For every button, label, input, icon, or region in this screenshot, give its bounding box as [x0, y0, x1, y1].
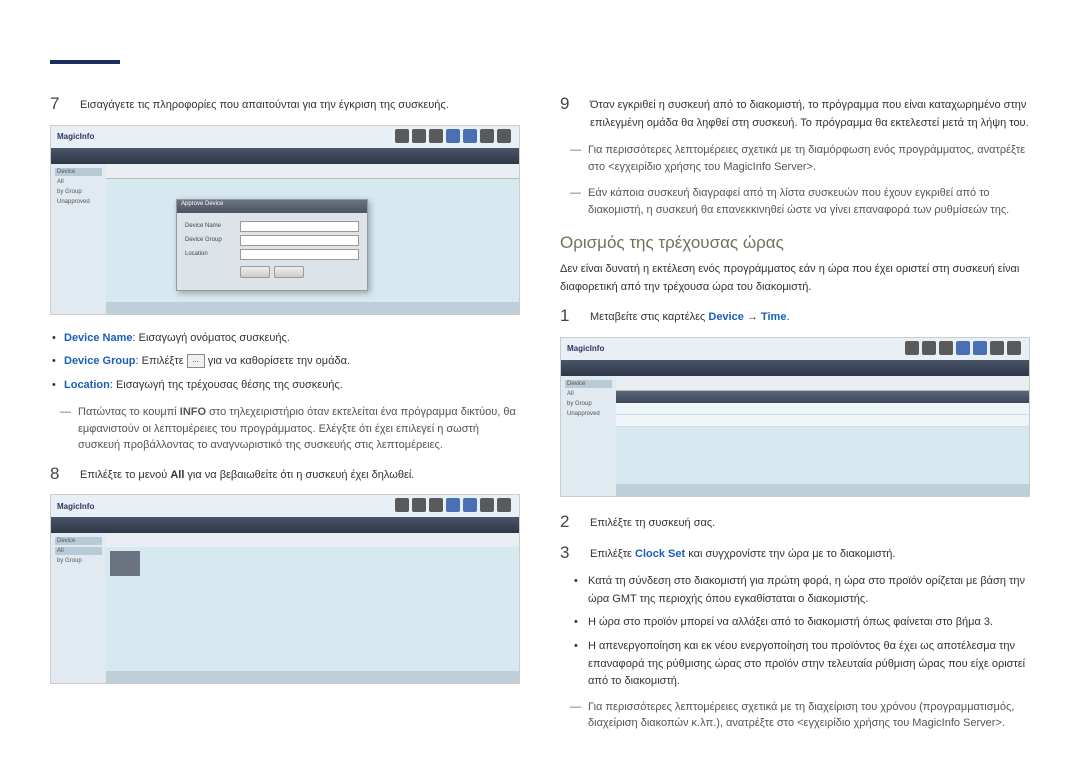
step-text: Επιλέξτε Clock Set και συγχρονίστε την ώ…: [590, 543, 1030, 564]
toolbar-icon: [446, 129, 460, 143]
toolbar-icon: [939, 341, 953, 355]
screenshot-all-menu: MagicInfo DeviceAllby Group: [50, 494, 520, 684]
toolbar-icon: [973, 341, 987, 355]
main-area: [616, 376, 1029, 496]
sidebar: DeviceAllby GroupUnapproved: [51, 164, 106, 314]
main-area: [106, 533, 519, 683]
toolbar-icon: [395, 129, 409, 143]
toolbar-icon: [956, 341, 970, 355]
step-9: 9 Όταν εγκριθεί η συσκευή από το διακομι…: [560, 94, 1030, 132]
main-area: Approve Device Device Name Device Group …: [106, 164, 519, 314]
toolbar-icon: [463, 498, 477, 512]
toolbar-icon: [497, 129, 511, 143]
step-number: 3: [560, 543, 575, 564]
toolbar-icon: [412, 129, 426, 143]
section-title-time: Ορισμός της τρέχουσας ώρας: [560, 233, 1030, 253]
toolbar-icon: [412, 498, 426, 512]
step-2: 2 Επιλέξτε τη συσκευή σας.: [560, 512, 1030, 533]
device-thumbnail: [110, 551, 140, 576]
step-text: Μεταβείτε στις καρτέλες Device → Time.: [590, 306, 1030, 327]
note-info: Πατώντας το κουμπί INFO στο τηλεχειριστή…: [50, 404, 520, 454]
right-column: 9 Όταν εγκριθεί η συσκευή από το διακομι…: [560, 94, 1030, 742]
screenshot-device-time: MagicInfo DeviceAllby GroupUnapproved: [560, 337, 1030, 497]
toolbar-icon: [1007, 341, 1021, 355]
step-3: 3 Επιλέξτε Clock Set και συγχρονίστε την…: [560, 543, 1030, 564]
sub-bullet: Κατά τη σύνδεση στο διακομιστή για πρώτη…: [574, 573, 1030, 608]
toolbar-icon: [497, 498, 511, 512]
sub-bullet: Η απενεργοποίηση και εκ νέου ενεργοποίησ…: [574, 638, 1030, 691]
step-7: 7 Εισαγάγετε τις πληροφορίες που απαιτού…: [50, 94, 520, 115]
step-text: Όταν εγκριθεί η συσκευή από το διακομιστ…: [590, 94, 1030, 132]
toolbar-icon: [463, 129, 477, 143]
ellipsis-button: ...: [187, 354, 205, 368]
toolbar-icon: [429, 498, 443, 512]
bullet-device-group: Device Group: Επιλέξτε ... για να καθορί…: [50, 353, 520, 371]
sidebar: DeviceAllby Group: [51, 533, 106, 683]
toolbar-icon: [990, 341, 1004, 355]
approve-dialog: Approve Device Device Name Device Group …: [176, 199, 368, 291]
step-number: 9: [560, 94, 575, 132]
toolbar-icon: [395, 498, 409, 512]
step-text: Επιλέξτε τη συσκευή σας.: [590, 512, 1030, 533]
step-number: 2: [560, 512, 575, 533]
sidebar: DeviceAllby GroupUnapproved: [561, 376, 616, 496]
toolbar-icon: [480, 129, 494, 143]
bullet-list: Device Name: Εισαγωγή ονόματος συσκευής.…: [50, 330, 520, 395]
header-divider: [50, 60, 120, 64]
sub-bullet-list: Κατά τη σύνδεση στο διακομιστή για πρώτη…: [560, 573, 1030, 691]
toolbar-icon: [446, 498, 460, 512]
app-logo: MagicInfo: [57, 502, 94, 511]
screenshot-approve-device: MagicInfo DeviceAllby GroupUnapproved: [50, 125, 520, 315]
toolbar-icon: [922, 341, 936, 355]
toolbar-icon: [429, 129, 443, 143]
left-column: 7 Εισαγάγετε τις πληροφορίες που απαιτού…: [50, 94, 520, 742]
step-number: 7: [50, 94, 65, 115]
step-text: Επιλέξτε το μενού All για να βεβαιωθείτε…: [80, 464, 520, 485]
note-device-delete: Εάν κάποια συσκευή διαγραφεί από τη λίστ…: [560, 185, 1030, 218]
note-program-config: Για περισσότερες λεπτομέρειες σχετικά με…: [560, 142, 1030, 175]
sub-bullet: Η ώρα στο προϊόν μπορεί να αλλάξει από τ…: [574, 614, 1030, 632]
note-time-management: Για περισσότερες λεπτομέρειες σχετικά με…: [560, 699, 1030, 732]
navbar: [51, 517, 519, 533]
navbar: [51, 148, 519, 164]
step-1: 1 Μεταβείτε στις καρτέλες Device → Time.: [560, 306, 1030, 327]
bullet-location: Location: Εισαγωγή της τρέχουσας θέσης τ…: [50, 377, 520, 395]
step-number: 1: [560, 306, 575, 327]
step-text: Εισαγάγετε τις πληροφορίες που απαιτούντ…: [80, 94, 520, 115]
toolbar-icon: [480, 498, 494, 512]
toolbar-icon: [905, 341, 919, 355]
navbar: [561, 360, 1029, 376]
intro-paragraph: Δεν είναι δυνατή η εκτέλεση ενός προγράμ…: [560, 261, 1030, 296]
step-number: 8: [50, 464, 65, 485]
bullet-device-name: Device Name: Εισαγωγή ονόματος συσκευής.: [50, 330, 520, 348]
app-logo: MagicInfo: [57, 132, 94, 141]
step-8: 8 Επιλέξτε το μενού All για να βεβαιωθεί…: [50, 464, 520, 485]
app-logo: MagicInfo: [567, 344, 604, 353]
